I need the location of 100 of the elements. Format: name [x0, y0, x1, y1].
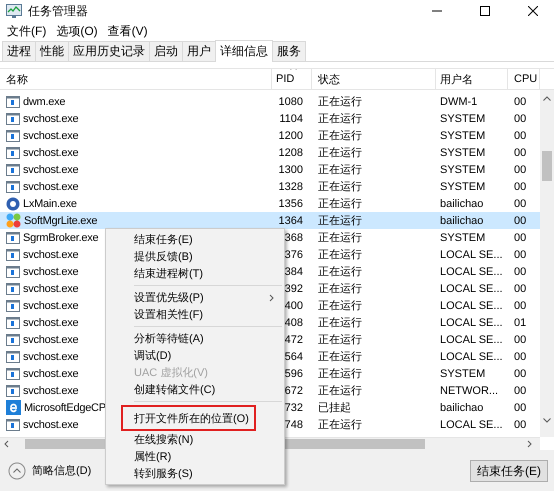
table-cell-text: 00 [513, 368, 528, 380]
table-cell-text: 正在运行 [317, 265, 363, 279]
table-cell-text: 正在运行 [317, 163, 363, 177]
table-cell-text: 00 [513, 130, 528, 142]
table-cell-text: 00 [513, 266, 528, 278]
table-cell-text: 00 [513, 350, 528, 362]
table-cell-text: 00 [513, 282, 528, 294]
table-cell-text: 正在运行 [317, 418, 363, 432]
table-cell-text: 正在运行 [317, 367, 363, 381]
table-cell-text: 00 [513, 232, 528, 244]
table-cell-text: SYSTEM [439, 146, 486, 158]
table-cell-text: LOCAL SE... [439, 418, 504, 430]
table-cell-text: SYSTEM [439, 368, 486, 380]
table-cell: dwm.exe [23, 96, 66, 108]
table-cell: svchost.exe [23, 266, 78, 278]
table-cell-text: 564 [284, 350, 304, 362]
table-cell-text: 1300 [278, 164, 304, 176]
table-cell-text: 正在运行 [317, 214, 363, 228]
table-cell: svchost.exe [23, 418, 78, 430]
table-cell-text: 00 [513, 112, 528, 124]
table-cell: svchost.exe [23, 130, 78, 142]
table-cell-text: 732 [284, 402, 304, 414]
table-cell-text: 1356 [278, 198, 304, 210]
table-cell-text: 已挂起 [317, 401, 352, 415]
table-cell: SoftMgrLite.exe [24, 214, 98, 226]
table-cell-text: SYSTEM [439, 130, 486, 142]
table-cell-text: 00 [513, 146, 528, 158]
table-cell-text: LOCAL SE... [439, 248, 504, 260]
table-cell: svchost.exe [23, 384, 78, 396]
table-cell: svchost.exe [23, 248, 78, 260]
table-cell-text: DWM-1 [439, 96, 478, 108]
table-cell-text: LOCAL SE... [439, 350, 504, 362]
table-cell-text: 472 [284, 334, 304, 346]
table-cell: svchost.exe [23, 164, 78, 176]
table-cell-text: 748 [284, 418, 304, 430]
table-cell-text: 00 [513, 164, 528, 176]
table-cell-text: 1328 [278, 180, 304, 192]
table-cell-text: LOCAL SE... [439, 266, 504, 278]
table-cell: svchost.exe [23, 300, 78, 312]
table-cell-text: LOCAL SE... [439, 300, 504, 312]
table-cell-text: SYSTEM [439, 112, 486, 124]
table-cell: svchost.exe [23, 146, 78, 158]
table-cell-text: 00 [513, 96, 528, 108]
table-cell: svchost.exe [23, 334, 78, 346]
table-cell-text: 392 [284, 282, 304, 294]
table-cell: svchost.exe [23, 316, 78, 328]
table-cell: svchost.exe [23, 180, 78, 192]
table-cell-text: 400 [284, 300, 304, 312]
table-cell-text: 00 [513, 402, 528, 414]
table-cell-text: 正在运行 [317, 350, 363, 364]
table-cell-text: 正在运行 [317, 282, 363, 296]
table-cell-text: LOCAL SE... [439, 282, 504, 294]
table-cell-text: 正在运行 [317, 248, 363, 262]
table-cell-text: NETWOR... [439, 384, 500, 396]
table-cell-text: 368 [284, 232, 304, 244]
table-cell-text: 376 [284, 248, 304, 260]
table-cell: svchost.exe [23, 350, 78, 362]
table-cell-text: 00 [513, 198, 528, 210]
table-cell-text: 00 [513, 248, 528, 260]
table-cell-text: 正在运行 [317, 112, 363, 126]
table-cell-text: 正在运行 [317, 333, 363, 347]
table-cell-text: LOCAL SE... [439, 316, 504, 328]
table-cell: LxMain.exe [23, 198, 77, 210]
table-cell-text: 00 [513, 214, 528, 226]
table-cell-text: 1080 [278, 96, 304, 108]
table-cell-text: 正在运行 [317, 316, 363, 330]
table-cell: MicrosoftEdgeCP [24, 402, 106, 414]
table-cell-text: 01 [513, 316, 528, 328]
table-cell-text: 1208 [278, 146, 304, 158]
table-cell-text: bailichao [439, 402, 484, 414]
table-cell: svchost.exe [23, 368, 78, 380]
table-cell: svchost.exe [23, 112, 78, 124]
table-cell-text: 正在运行 [317, 129, 363, 143]
table-cell-text: SYSTEM [439, 180, 486, 192]
table-cell-text: 正在运行 [317, 146, 363, 160]
table-cell-text: 00 [513, 300, 528, 312]
table-cell-text: 00 [513, 180, 528, 192]
window-title: 任务管理器 [28, 2, 88, 20]
table-cell-text: 正在运行 [317, 299, 363, 313]
table-cell-text: 00 [513, 418, 528, 430]
table-cell-text: 384 [284, 266, 304, 278]
table-cell-text: 正在运行 [317, 384, 363, 398]
table-cell-text: 1200 [278, 130, 304, 142]
table-cell-text: 00 [513, 334, 528, 346]
table-cell: svchost.exe [23, 282, 78, 294]
table-cell-text: LOCAL SE... [439, 334, 504, 346]
table-cell: SgrmBroker.exe [23, 232, 98, 244]
table-cell-text: 1364 [278, 214, 304, 226]
table-cell-text: 00 [513, 384, 528, 396]
table-cell-text: 正在运行 [317, 197, 363, 211]
table-cell-text: 672 [284, 384, 304, 396]
table-cell-text: bailichao [439, 214, 484, 226]
table-cell-text: 正在运行 [317, 180, 363, 194]
table-cell-text: SYSTEM [439, 164, 486, 176]
table-cell-text: 正在运行 [317, 231, 363, 245]
table-cell-text: 596 [284, 368, 304, 380]
table-cell-text: SYSTEM [439, 232, 486, 244]
table-cell-text: 1104 [278, 112, 304, 124]
table-cell-text: bailichao [439, 198, 484, 210]
table-cell-text: 正在运行 [317, 95, 363, 109]
